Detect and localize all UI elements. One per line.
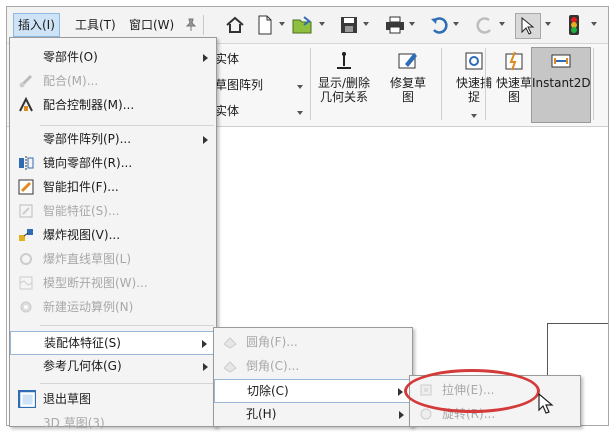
chamfer-icon bbox=[223, 361, 237, 373]
instant2d-button[interactable]: Instant2D bbox=[531, 47, 591, 123]
smart-feature-icon bbox=[19, 204, 33, 218]
ribbon-solid-1[interactable]: 实体 bbox=[215, 50, 239, 67]
submenu-arrow-icon bbox=[399, 411, 404, 419]
undo-dropdown-icon[interactable] bbox=[453, 22, 459, 26]
smart-fasteners-icon bbox=[18, 179, 34, 195]
traffic-light-icon[interactable] bbox=[562, 13, 586, 37]
quick-snaps-dropdown-icon[interactable] bbox=[471, 114, 477, 118]
open-dropdown-icon[interactable] bbox=[319, 22, 325, 26]
menu-item-smart-fasteners[interactable]: 智能扣件(F)... bbox=[10, 176, 216, 198]
repair-sketch-label: 修复草 图 bbox=[389, 76, 426, 104]
menu-item-model-break-view[interactable]: 模型断开视图(W)... bbox=[10, 272, 216, 294]
ribbon-solid-2[interactable]: 实体 bbox=[215, 102, 239, 119]
menu-item-exit-sketch[interactable]: 退出草图 bbox=[10, 388, 216, 410]
relations-icon bbox=[333, 50, 355, 72]
menu-item-smart-feature[interactable]: 智能特征(S)... bbox=[10, 200, 216, 222]
exit-sketch-icon bbox=[18, 390, 36, 408]
print-dropdown-icon[interactable] bbox=[409, 22, 415, 26]
submenu-arrow-icon bbox=[202, 340, 207, 348]
submenu-arrow-icon bbox=[203, 136, 208, 144]
print-icon[interactable] bbox=[383, 13, 407, 37]
menu-item-new-motion-study[interactable]: 新建运动算例(N) bbox=[10, 296, 216, 318]
fillet-icon bbox=[223, 337, 237, 349]
pin-icon[interactable] bbox=[179, 13, 203, 37]
model-break-view-icon bbox=[19, 276, 33, 290]
menu-item-assembly-feature[interactable]: 装配体特征(S) bbox=[10, 331, 216, 355]
mate-controller-icon bbox=[19, 97, 33, 112]
home-icon[interactable] bbox=[223, 13, 247, 37]
menu-item-reference-geometry[interactable]: 参考几何体(G) bbox=[10, 355, 216, 377]
assembly-features-submenu: 圆角(F)... 倒角(C)... 切除(C) 孔(H) bbox=[213, 327, 413, 427]
menu-item-3d-sketch[interactable]: 3D 草图(3) bbox=[10, 412, 216, 434]
solid-dropdown-icon[interactable] bbox=[297, 111, 303, 115]
undo-icon[interactable] bbox=[427, 13, 451, 37]
open-folder-icon[interactable] bbox=[291, 13, 315, 37]
select-cursor-icon[interactable] bbox=[515, 13, 541, 39]
insert-menu: 零部件(O) 配合(M)... 配合控制器(M)... 零部件阵列(P)... … bbox=[9, 37, 217, 430]
save-icon[interactable] bbox=[337, 13, 361, 37]
redo-icon[interactable] bbox=[473, 13, 497, 37]
rebuild-dropdown-icon[interactable] bbox=[591, 22, 597, 26]
quick-snaps-icon bbox=[463, 50, 485, 72]
redo-dropdown-icon[interactable] bbox=[499, 22, 505, 26]
menu-window[interactable]: 窗口(W) bbox=[125, 14, 178, 36]
menu-item-explode-line-sketch[interactable]: 爆炸直线草图(L) bbox=[10, 248, 216, 270]
motion-study-icon bbox=[20, 301, 32, 313]
highlight-ellipse bbox=[404, 369, 540, 413]
instant2d-icon bbox=[550, 50, 572, 72]
ribbon-sketch-pattern[interactable]: 草图阵列 bbox=[215, 76, 263, 93]
repair-sketch-button[interactable]: 修复草 图 bbox=[377, 48, 439, 122]
submenu-item-fillet[interactable]: 圆角(F)... bbox=[214, 331, 412, 353]
select-dropdown-icon[interactable] bbox=[545, 22, 551, 26]
menu-item-exploded-view[interactable]: 爆炸视图(V)... bbox=[10, 224, 216, 246]
submenu-arrow-icon bbox=[203, 363, 208, 371]
explode-line-sketch-icon bbox=[20, 253, 32, 265]
menu-insert[interactable]: 插入(I) bbox=[13, 13, 60, 37]
submenu-item-chamfer[interactable]: 倒角(C)... bbox=[214, 355, 412, 377]
show-delete-relations-button[interactable]: 显示/删除 几何关系 bbox=[313, 48, 375, 122]
show-delete-relations-label: 显示/删除 几何关系 bbox=[317, 76, 371, 104]
instant2d-label: Instant2D bbox=[532, 76, 591, 90]
exploded-view-icon bbox=[19, 229, 33, 241]
mouse-cursor-icon bbox=[538, 393, 554, 414]
submenu-item-cut[interactable]: 切除(C) bbox=[214, 379, 412, 403]
mate-icon bbox=[19, 74, 33, 88]
rapid-sketch-icon bbox=[503, 50, 525, 72]
repair-sketch-icon bbox=[397, 50, 419, 72]
menu-item-mate[interactable]: 配合(M)... bbox=[10, 70, 216, 92]
save-dropdown-icon[interactable] bbox=[363, 22, 369, 26]
menu-item-component-pattern[interactable]: 零部件阵列(P)... bbox=[10, 128, 216, 150]
submenu-arrow-icon bbox=[203, 54, 208, 62]
menu-item-components[interactable]: 零部件(O) bbox=[10, 46, 216, 68]
new-dropdown-icon[interactable] bbox=[279, 22, 285, 26]
sketch-pattern-dropdown-icon[interactable] bbox=[297, 85, 303, 89]
mirror-components-icon bbox=[19, 156, 34, 170]
submenu-item-hole[interactable]: 孔(H) bbox=[214, 403, 412, 425]
menu-item-mirror-components[interactable]: 镜向零部件(R)... bbox=[10, 152, 216, 174]
menu-item-mate-controller[interactable]: 配合控制器(M)... bbox=[10, 94, 216, 116]
menu-tools[interactable]: 工具(T) bbox=[71, 14, 120, 36]
submenu-arrow-icon bbox=[398, 388, 403, 396]
new-document-icon[interactable] bbox=[253, 13, 277, 37]
